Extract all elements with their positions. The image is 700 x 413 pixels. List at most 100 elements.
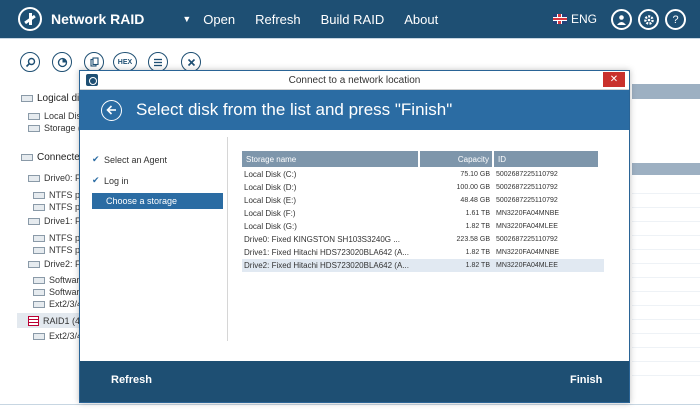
tree-partition[interactable]: Software bbox=[33, 275, 85, 285]
x-glyph bbox=[187, 58, 195, 66]
cell-id: 5002687225110792 bbox=[496, 171, 558, 178]
refresh-button[interactable]: Refresh bbox=[111, 374, 152, 386]
partition-icon bbox=[33, 203, 45, 211]
device-tree: Logical di Local Disk Storage ( Connecte… bbox=[0, 84, 86, 413]
right-panel-header bbox=[632, 163, 700, 175]
uk-flag-icon bbox=[553, 14, 567, 24]
partition-icon bbox=[33, 300, 45, 308]
cell-name: Local Disk (G:) bbox=[244, 222, 297, 231]
hex-viewer-icon[interactable]: HEX bbox=[113, 52, 137, 72]
cell-capacity: 1.82 TB bbox=[465, 249, 490, 256]
checkmark-icon: ✔ bbox=[92, 154, 100, 164]
app-icon bbox=[86, 74, 98, 86]
dialog-heading: Select disk from the list and press "Fin… bbox=[136, 100, 453, 119]
user-icon[interactable] bbox=[611, 9, 632, 30]
partition-icon bbox=[33, 246, 45, 254]
tree-group-logical[interactable]: Logical di bbox=[21, 93, 79, 104]
app-bar: Network RAID ▼ Open Refresh Build RAID A… bbox=[0, 0, 700, 38]
language-selector[interactable]: ENG bbox=[553, 12, 597, 26]
cell-name: Drive0: Fixed KINGSTON SH103S3240G ... bbox=[244, 235, 400, 244]
tree-drive-label: Drive2: Fi bbox=[44, 259, 83, 269]
step-label: Choose a storage bbox=[106, 196, 178, 206]
tree-group-label: Connecte bbox=[37, 152, 80, 163]
tree-partition-label: Ext2/3/4 bbox=[49, 299, 83, 309]
menu-open[interactable]: Open bbox=[203, 12, 235, 27]
list-icon[interactable] bbox=[148, 52, 168, 72]
raid-icon bbox=[28, 315, 39, 326]
tree-group-connected[interactable]: Connecte bbox=[21, 152, 80, 163]
tree-partition[interactable]: NTFS pa bbox=[33, 233, 85, 243]
cell-id: MN3220FA04MNBE bbox=[496, 249, 560, 256]
partition-icon bbox=[33, 288, 45, 296]
cell-capacity: 1.82 TB bbox=[465, 223, 490, 230]
cell-id: 5002687225110792 bbox=[496, 197, 558, 204]
tree-item[interactable]: Storage ( bbox=[28, 123, 81, 133]
cell-name: Local Disk (C:) bbox=[244, 170, 297, 179]
cell-name: Local Disk (E:) bbox=[244, 196, 297, 205]
dialog-header: Select disk from the list and press "Fin… bbox=[80, 90, 629, 130]
tree-partition[interactable]: Ext2/3/4 bbox=[33, 299, 82, 309]
dialog-titlebar[interactable]: Connect to a network location ✕ bbox=[80, 71, 629, 90]
disk-icon bbox=[28, 260, 40, 268]
step-choose-storage[interactable]: Choose a storage bbox=[92, 193, 223, 209]
partition-icon bbox=[33, 234, 45, 242]
gear-glyph bbox=[643, 14, 654, 25]
cell-name: Drive1: Fixed Hitachi HDS723020BLA642 (A… bbox=[244, 248, 409, 257]
step-label: Log in bbox=[104, 175, 129, 186]
tree-item-label: Storage ( bbox=[44, 123, 82, 133]
menu-caret-icon[interactable]: ▼ bbox=[182, 14, 191, 24]
table-row[interactable]: Local Disk (E:) 48.48 GB 500268722511079… bbox=[242, 194, 604, 207]
table-row[interactable]: Local Disk (C:) 75.10 GB 500268722511079… bbox=[242, 168, 604, 181]
cell-id: 5002687225110792 bbox=[496, 236, 558, 243]
tree-raid[interactable]: RAID1 (4 bbox=[17, 313, 80, 328]
disk-icon bbox=[28, 124, 40, 132]
menu-refresh[interactable]: Refresh bbox=[255, 12, 301, 27]
table-row[interactable]: Drive1: Fixed Hitachi HDS723020BLA642 (A… bbox=[242, 246, 604, 259]
tree-partition[interactable]: Ext2/3/4 bbox=[33, 331, 82, 341]
cell-id: MN3220FA04MLEE bbox=[496, 223, 558, 230]
menu-about[interactable]: About bbox=[404, 12, 438, 27]
disk-icon bbox=[28, 112, 40, 120]
app-logo: Network RAID bbox=[18, 7, 144, 31]
computer-icon bbox=[21, 95, 33, 102]
dialog-close-button[interactable]: ✕ bbox=[603, 72, 625, 87]
help-icon[interactable]: ? bbox=[665, 9, 686, 30]
tree-partition[interactable]: Software bbox=[33, 287, 85, 297]
right-panel-header bbox=[632, 84, 700, 99]
table-row[interactable]: Local Disk (F:) 1.61 TB MN3220FA04MNBE bbox=[242, 207, 604, 220]
cell-capacity: 48.48 GB bbox=[460, 197, 490, 204]
tree-drive-label: Drive1: Fi bbox=[44, 216, 83, 226]
table-row-selected[interactable]: Drive2: Fixed Hitachi HDS723020BLA642 (A… bbox=[242, 259, 604, 272]
partition-icon bbox=[33, 191, 45, 199]
files-icon[interactable] bbox=[84, 52, 104, 72]
menu-build-raid[interactable]: Build RAID bbox=[321, 12, 385, 27]
tree-partition[interactable]: NTFS pa bbox=[33, 202, 85, 212]
cell-name: Drive2: Fixed Hitachi HDS723020BLA642 (A… bbox=[244, 261, 409, 270]
right-panel-list bbox=[632, 180, 700, 380]
tree-drive[interactable]: Drive0: Fi bbox=[28, 173, 83, 183]
column-header-capacity[interactable]: Capacity bbox=[420, 151, 494, 167]
tree-partition[interactable]: NTFS pa bbox=[33, 190, 85, 200]
cell-name: Local Disk (F:) bbox=[244, 209, 296, 218]
tree-drive[interactable]: Drive1: Fi bbox=[28, 216, 83, 226]
cell-capacity: 100.00 GB bbox=[456, 184, 490, 191]
tree-drive-label: Drive0: Fi bbox=[44, 173, 83, 183]
settings-gear-icon[interactable] bbox=[638, 9, 659, 30]
tree-partition[interactable]: NTFS pa bbox=[33, 245, 85, 255]
disk-scan-icon[interactable] bbox=[52, 52, 72, 72]
step-log-in[interactable]: ✔ Log in bbox=[92, 175, 129, 186]
connect-dialog: Connect to a network location ✕ Select d… bbox=[79, 70, 630, 403]
column-header-storage-name[interactable]: Storage name bbox=[242, 151, 420, 167]
column-header-id[interactable]: ID bbox=[494, 151, 600, 167]
tree-item[interactable]: Local Disk bbox=[28, 111, 86, 121]
finish-button[interactable]: Finish bbox=[570, 374, 602, 386]
table-row[interactable]: Local Disk (D:) 100.00 GB 50026872251107… bbox=[242, 181, 604, 194]
back-arrow-icon[interactable] bbox=[101, 99, 122, 121]
table-row[interactable]: Drive0: Fixed KINGSTON SH103S3240G ... 2… bbox=[242, 233, 604, 246]
step-select-agent[interactable]: ✔ Select an Agent bbox=[92, 154, 167, 165]
table-row[interactable]: Local Disk (G:) 1.82 TB MN3220FA04MLEE bbox=[242, 220, 604, 233]
tree-drive[interactable]: Drive2: Fi bbox=[28, 259, 83, 269]
close-icon[interactable] bbox=[181, 52, 201, 72]
search-icon[interactable] bbox=[20, 52, 40, 72]
cell-id: MN3220FA04MLEE bbox=[496, 262, 558, 269]
